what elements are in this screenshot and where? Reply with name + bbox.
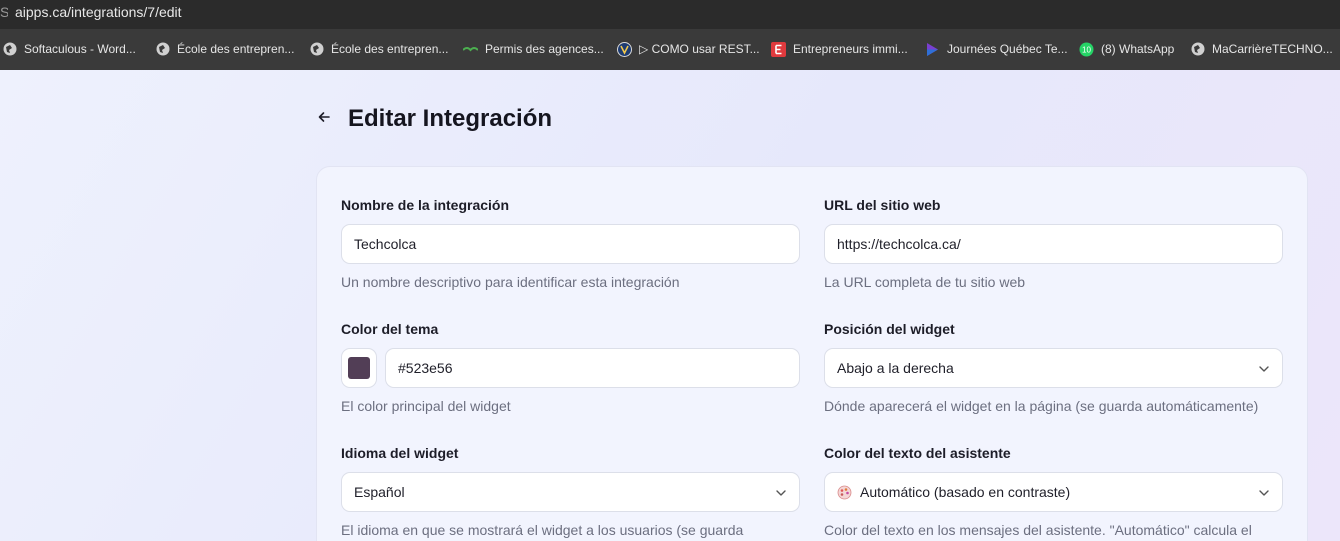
url-field[interactable]	[824, 224, 1283, 264]
language-label: Idioma del widget	[341, 445, 459, 461]
theme-color-input[interactable]	[398, 360, 787, 376]
position-help: Dónde aparecerá el widget en la página (…	[824, 398, 1259, 414]
bookmark-label: ▷ COMO usar REST...	[639, 42, 760, 56]
theme-color-help: El color principal del widget	[341, 398, 511, 414]
url-text[interactable]: aipps.ca/integrations/7/edit	[15, 0, 182, 25]
globe-icon	[2, 42, 17, 57]
globe-icon	[1190, 42, 1205, 57]
bookmark-label: Softaculous - Word...	[24, 42, 136, 56]
color-picker-button[interactable]	[341, 348, 377, 388]
palette-icon	[837, 485, 852, 499]
bookmark-label: Journées Québec Te...	[947, 42, 1068, 56]
chevron-down-icon	[776, 490, 786, 496]
back-arrow-icon[interactable]	[315, 108, 333, 126]
bookmark-journees[interactable]: Journées Québec Te...	[925, 40, 1068, 58]
whatsapp-icon: 10	[1079, 42, 1094, 57]
play-logo-icon	[925, 42, 940, 57]
site-info-icon[interactable]: S	[0, 0, 8, 25]
e-logo-icon	[771, 41, 786, 57]
bookmark-ecole-1[interactable]: École des entrepren...	[155, 40, 294, 58]
bookmark-label: Entrepreneurs immi...	[793, 42, 908, 56]
bookmark-whatsapp[interactable]: 10 (8) WhatsApp	[1079, 40, 1174, 58]
bookmark-softaculous[interactable]: Softaculous - Word...	[2, 40, 136, 58]
page-content: Editar Integración Nombre de la integrac…	[0, 70, 1340, 541]
bookmark-label: (8) WhatsApp	[1101, 42, 1175, 56]
text-color-help: Color del texto en los mensajes del asis…	[824, 522, 1252, 538]
bookmark-permis[interactable]: Permis des agences...	[463, 40, 604, 58]
url-help: La URL completa de tu sitio web	[824, 274, 1026, 290]
bookmark-macarriere[interactable]: MaCarrièreTECHNO...	[1190, 40, 1333, 58]
bookmark-ecole-2[interactable]: École des entrepren...	[309, 40, 448, 58]
position-label: Posición del widget	[824, 321, 955, 337]
bookmarks-bar: Softaculous - Word... École des entrepre…	[0, 29, 1340, 70]
theme-color-field[interactable]	[385, 348, 800, 388]
url-input[interactable]	[837, 236, 1270, 252]
integration-form-card: Nombre de la integración Un nombre descr…	[316, 166, 1308, 541]
name-help: Un nombre descriptivo para identificar e…	[341, 274, 680, 290]
language-value: Español	[354, 484, 405, 500]
site-logo-icon	[617, 41, 632, 57]
text-color-value: Automático (basado en contraste)	[860, 484, 1071, 500]
globe-icon	[309, 42, 324, 57]
color-swatch	[348, 357, 370, 379]
text-color-select[interactable]: Automático (basado en contraste)	[824, 472, 1283, 512]
position-value: Abajo a la derecha	[837, 360, 954, 376]
bookmark-label: École des entrepren...	[331, 42, 449, 56]
name-field[interactable]	[341, 224, 800, 264]
gov-logo-icon	[463, 42, 478, 57]
chevron-down-icon	[1259, 490, 1269, 496]
chevron-down-icon	[1259, 366, 1269, 372]
bookmark-label: Permis des agences...	[485, 42, 604, 56]
language-select[interactable]: Español	[341, 472, 800, 512]
address-bar[interactable]: S aipps.ca/integrations/7/edit	[0, 0, 1340, 29]
name-label: Nombre de la integración	[341, 197, 510, 213]
theme-color-label: Color del tema	[341, 321, 439, 337]
url-label: URL del sitio web	[824, 197, 941, 213]
language-help: El idioma en que se mostrará el widget a…	[341, 522, 744, 538]
bookmark-como-usar[interactable]: ▷ COMO usar REST...	[617, 40, 760, 58]
globe-icon	[155, 42, 170, 57]
text-color-label: Color del texto del asistente	[824, 445, 1011, 461]
page-title: Editar Integración	[348, 105, 553, 132]
bookmark-entrepreneurs[interactable]: Entrepreneurs immi...	[771, 40, 908, 58]
bookmark-label: MaCarrièreTECHNO...	[1212, 42, 1333, 56]
whatsapp-badge: 10	[1082, 45, 1091, 54]
bookmark-label: École des entrepren...	[177, 42, 295, 56]
name-input[interactable]	[354, 236, 787, 252]
position-select[interactable]: Abajo a la derecha	[824, 348, 1283, 388]
